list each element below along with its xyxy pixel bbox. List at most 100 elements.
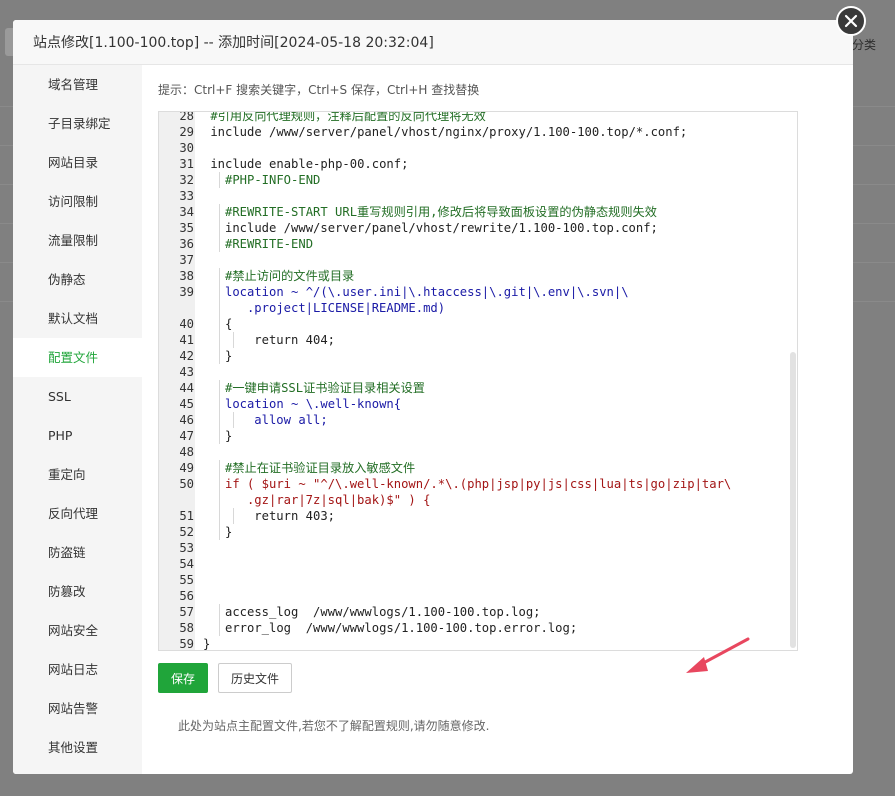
line-number: 51 [179, 509, 194, 523]
code-text: include enable-php-00.conf; [210, 157, 409, 171]
close-button[interactable] [836, 6, 866, 36]
line-number: 44 [179, 381, 194, 395]
sidebar-item[interactable]: 网站告警 [13, 689, 142, 728]
editor-scrollbar[interactable] [790, 352, 796, 648]
indent-guide [218, 492, 220, 508]
sidebar-item[interactable]: 子目录绑定 [13, 104, 142, 143]
sidebar-item[interactable]: PHP [13, 416, 142, 455]
code-text: location ~ ^/(\.user.ini|\.htaccess|\.gi… [224, 285, 629, 299]
line-number: 37 [179, 253, 194, 267]
modal-header: 站点修改[1.100-100.top] -- 添加时间[2024-05-18 2… [13, 20, 853, 65]
sidebar-item[interactable]: SSL [13, 377, 142, 416]
code-text: include /www/server/panel/vhost/rewrite/… [224, 221, 658, 235]
config-warning-note: 此处为站点主配置文件,若您不了解配置规则,请勿随意修改. [178, 719, 490, 733]
indent-guide [218, 332, 220, 348]
line-number: 34 [179, 205, 194, 219]
indent-guide [218, 284, 220, 300]
sidebar-item[interactable]: 反向代理 [13, 494, 142, 533]
close-icon [844, 14, 858, 28]
line-number: 48 [179, 445, 194, 459]
indent-guide [218, 460, 220, 476]
sidebar-item[interactable]: 网站日志 [13, 650, 142, 689]
sidebar-item[interactable]: 防盗链 [13, 533, 142, 572]
code-text: #禁止访问的文件或目录 [224, 269, 355, 283]
line-number: 55 [179, 573, 194, 587]
line-number: 35 [179, 221, 194, 235]
indent-guide [218, 508, 220, 524]
indent-guide [218, 204, 220, 220]
code-text: location ~ \.well-known{ [224, 397, 402, 411]
line-number: 59 [179, 637, 194, 651]
sidebar-item[interactable]: 流量限制 [13, 221, 142, 260]
code-text: #一键申请SSL证书验证目录相关设置 [224, 381, 425, 395]
history-files-button[interactable]: 历史文件 [218, 663, 292, 693]
line-number: 39 [179, 285, 194, 299]
indent-guide [218, 524, 220, 540]
line-number: 30 [179, 141, 194, 155]
code-text: } [224, 349, 233, 363]
code-text: if ( $uri ~ "^/\.well-known/.*\.(php|jsp… [224, 477, 732, 491]
line-number: 29 [179, 125, 194, 139]
site-edit-modal: 站点修改[1.100-100.top] -- 添加时间[2024-05-18 2… [13, 20, 853, 774]
line-number: 41 [179, 333, 194, 347]
code-text: access_log /www/wwwlogs/1.100-100.top.lo… [224, 605, 541, 619]
code-text: #REWRITE-START URL重写规则引用,修改后将导致面板设置的伪静态规… [224, 205, 657, 219]
indent-guide [218, 476, 220, 492]
indent-guide [232, 332, 234, 348]
code-text: return 403; [254, 509, 336, 523]
sidebar-item[interactable]: 其他设置 [13, 728, 142, 767]
sidebar-item[interactable]: 重定向 [13, 455, 142, 494]
indent-guide [218, 396, 220, 412]
line-number: 50 [179, 477, 194, 491]
code-text: } [224, 525, 233, 539]
line-number: 42 [179, 349, 194, 363]
code-text: { [224, 317, 233, 331]
line-number: 49 [179, 461, 194, 475]
sidebar-item[interactable]: 配置文件 [13, 338, 142, 377]
sidebar-item[interactable]: 防篡改 [13, 572, 142, 611]
indent-guide [218, 348, 220, 364]
code-text: .gz|rar|7z|sql|bak)$" ) { [246, 493, 431, 507]
line-number: 57 [179, 605, 194, 619]
line-number: 33 [179, 189, 194, 203]
indent-guide [232, 412, 234, 428]
line-number: 43 [179, 365, 194, 379]
code-text: allow all; [254, 413, 328, 427]
indent-guide [218, 236, 220, 252]
line-number: 46 [179, 413, 194, 427]
sidebar-item[interactable]: 访问限制 [13, 182, 142, 221]
code-text: include /www/server/panel/vhost/nginx/pr… [210, 125, 688, 139]
sidebar-item[interactable]: 默认文档 [13, 299, 142, 338]
sidebar: 域名管理 子目录绑定 网站目录 访问限制 流量限制 伪静态 默认文档 配置文件 SSL PHP 重定… [13, 65, 142, 774]
indent-guide [218, 172, 220, 188]
line-number: 38 [179, 269, 194, 283]
code-text: .project|LICENSE|README.md) [246, 301, 446, 315]
line-number: 45 [179, 397, 194, 411]
sidebar-item[interactable]: 域名管理 [13, 65, 142, 104]
code-text: #REWRITE-END [224, 237, 314, 251]
line-number: 31 [179, 157, 194, 171]
code-text: return 404; [254, 333, 336, 347]
save-button[interactable]: 保存 [158, 663, 208, 693]
indent-guide [218, 268, 220, 284]
code-text: } [224, 429, 233, 443]
indent-guide [218, 220, 220, 236]
shortcut-hint: 提示：Ctrl+F 搜索关键字，Ctrl+S 保存，Ctrl+H 查找替换 [158, 83, 480, 97]
sidebar-item[interactable]: 网站目录 [13, 143, 142, 182]
code-text: error_log /www/wwwlogs/1.100-100.top.err… [224, 621, 578, 635]
code-text: #PHP-INFO-END [224, 173, 321, 187]
sidebar-item[interactable]: 伪静态 [13, 260, 142, 299]
line-number: 40 [179, 317, 194, 331]
sidebar-item[interactable]: 网站安全 [13, 611, 142, 650]
line-number: 28 [179, 111, 194, 123]
indent-guide [218, 300, 220, 316]
line-number: 36 [179, 237, 194, 251]
code-text: #禁止在证书验证目录放入敏感文件 [224, 461, 416, 475]
line-number: 54 [179, 557, 194, 571]
line-number: 56 [179, 589, 194, 603]
modal-title: 站点修改[1.100-100.top] -- 添加时间[2024-05-18 2… [33, 35, 434, 51]
line-number: 47 [179, 429, 194, 443]
line-number: 52 [179, 525, 194, 539]
indent-guide [218, 604, 220, 620]
config-editor[interactable]: 28 #引用反向代理规则，注释后配置的反向代理将无效 29 include /www/… [158, 111, 798, 651]
